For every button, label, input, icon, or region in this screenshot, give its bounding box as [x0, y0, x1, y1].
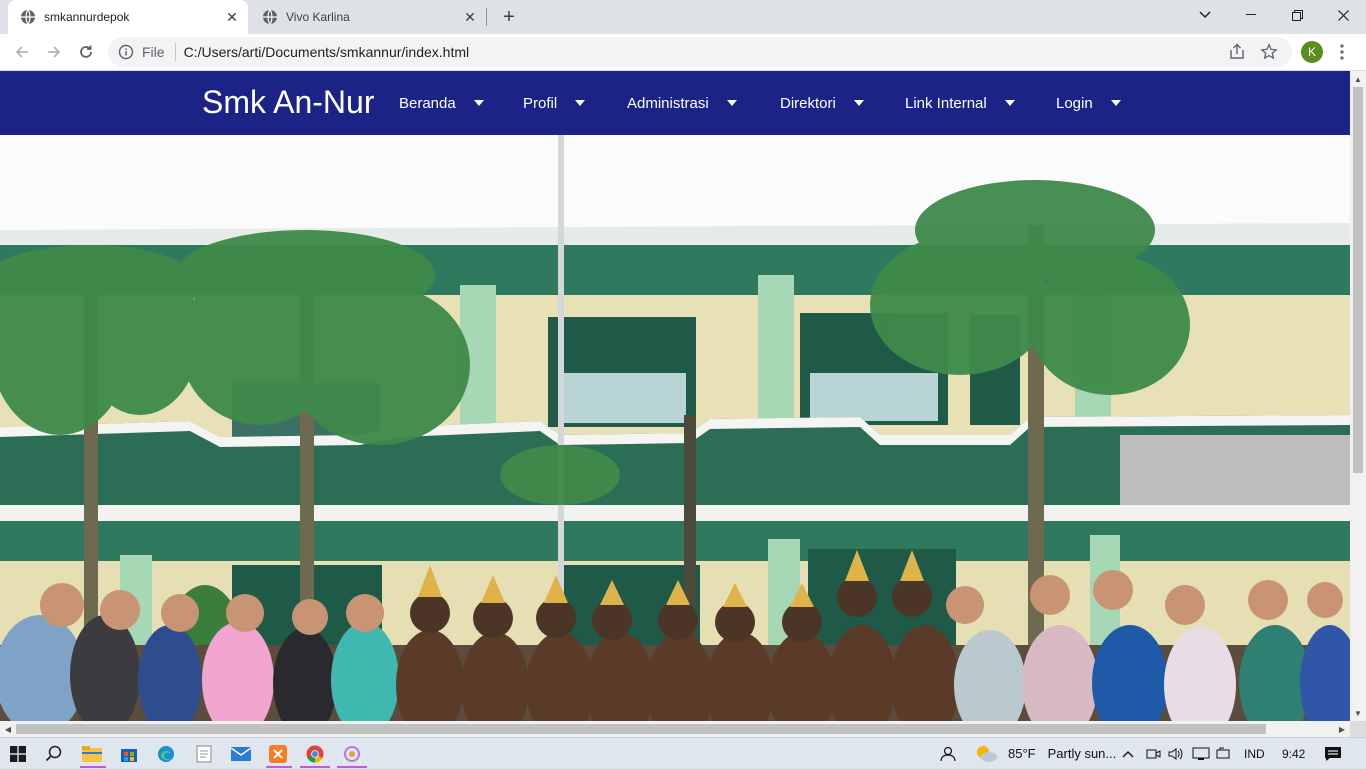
profile-avatar[interactable]: K: [1301, 41, 1323, 63]
partly-sunny-icon: [977, 745, 997, 762]
tab-divider: [486, 8, 487, 26]
xampp-icon[interactable]: [266, 742, 290, 766]
forward-button[interactable]: [40, 38, 68, 66]
url-text[interactable]: C:/Users/arti/Documents/smkannur/index.h…: [184, 44, 1228, 60]
tab-strip: smkannurdepok ✕ Vivo Karlina ✕ +: [0, 0, 1366, 34]
caret-down-icon: [1004, 100, 1015, 106]
app-icon[interactable]: [340, 742, 364, 766]
windows-taskbar: 85°F Partly sun... IND 9:42: [0, 737, 1366, 768]
scroll-up-arrow-icon[interactable]: ▲: [1350, 71, 1366, 87]
globe-icon: [21, 9, 35, 25]
restore-button[interactable]: [1274, 0, 1320, 30]
search-icon[interactable]: [42, 742, 66, 766]
network-icon[interactable]: [1192, 738, 1210, 769]
menu-profil[interactable]: Profil: [523, 93, 586, 113]
page-viewport: Smk An-Nur Beranda Profil Administrasi D…: [0, 71, 1366, 737]
menu-beranda[interactable]: Beranda: [399, 93, 484, 113]
mail-icon[interactable]: [229, 742, 253, 766]
scroll-left-arrow-icon[interactable]: ◀: [0, 721, 16, 737]
weather-temp: 85°F: [1008, 746, 1036, 761]
scrollbar-corner: [1350, 721, 1366, 737]
menu-link-internal[interactable]: Link Internal: [905, 93, 1015, 113]
bookmark-star-icon[interactable]: [1260, 43, 1278, 61]
menu-label: Administrasi: [627, 94, 709, 112]
menu-label: Login: [1056, 94, 1093, 112]
close-tab-icon[interactable]: ✕: [222, 7, 242, 27]
chrome-icon[interactable]: [303, 742, 327, 766]
caret-down-icon: [1110, 100, 1121, 106]
horizontal-scroll-thumb[interactable]: [16, 724, 1266, 734]
address-divider: [174, 43, 176, 61]
input-language[interactable]: IND: [1244, 738, 1265, 769]
info-icon[interactable]: [118, 44, 134, 60]
caret-down-icon: [853, 100, 864, 106]
school-photo: [0, 135, 1350, 721]
minimize-button[interactable]: [1228, 0, 1274, 30]
edge-browser-icon[interactable]: [154, 742, 178, 766]
caret-down-icon: [575, 100, 586, 106]
new-tab-button[interactable]: +: [498, 6, 520, 28]
tab-search-icon[interactable]: [1182, 0, 1228, 30]
chevron-up-icon[interactable]: [1122, 738, 1134, 769]
horizontal-scrollbar[interactable]: ◀ ▶: [0, 721, 1350, 737]
weather-widget[interactable]: 85°F Partly sun...: [974, 738, 1116, 769]
tab-vivo-karlina[interactable]: Vivo Karlina ✕: [250, 0, 486, 34]
weather-condition: Partly sun...: [1047, 746, 1117, 761]
people-icon[interactable]: [940, 738, 958, 769]
hero-image: [0, 135, 1350, 721]
notification-center-icon[interactable]: [1324, 738, 1342, 769]
clock-time[interactable]: 9:42: [1282, 738, 1305, 769]
notepad-icon[interactable]: [192, 742, 216, 766]
menu-dots-icon[interactable]: [1336, 42, 1348, 62]
keyboard-icon[interactable]: [1216, 738, 1232, 769]
menu-label: Beranda: [399, 94, 456, 112]
menu-label: Link Internal: [905, 94, 987, 112]
menu-login[interactable]: Login: [1056, 93, 1121, 113]
scroll-right-arrow-icon[interactable]: ▶: [1334, 721, 1350, 737]
browser-toolbar: File C:/Users/arti/Documents/smkannur/in…: [0, 34, 1366, 71]
vertical-scroll-thumb[interactable]: [1353, 87, 1363, 473]
caret-down-icon: [473, 100, 484, 106]
scroll-down-arrow-icon[interactable]: ▼: [1350, 705, 1366, 721]
menu-label: Direktori: [780, 94, 836, 112]
file-explorer-icon[interactable]: [80, 742, 104, 766]
menu-administrasi[interactable]: Administrasi: [627, 93, 737, 113]
close-window-button[interactable]: [1320, 0, 1366, 30]
tab-title: Vivo Karlina: [286, 10, 350, 24]
reload-button[interactable]: [72, 38, 100, 66]
meet-now-icon[interactable]: [1146, 738, 1162, 769]
share-icon[interactable]: [1228, 43, 1246, 61]
tab-title: smkannurdepok: [44, 10, 130, 24]
close-tab-icon[interactable]: ✕: [460, 7, 480, 27]
tab-smkannurdepok[interactable]: smkannurdepok ✕: [8, 0, 248, 34]
caret-down-icon: [726, 100, 737, 106]
windows-start-icon[interactable]: [6, 742, 30, 766]
back-button[interactable]: [8, 38, 36, 66]
site-navbar: Smk An-Nur Beranda Profil Administrasi D…: [0, 71, 1350, 135]
address-bar[interactable]: File C:/Users/arti/Documents/smkannur/in…: [108, 37, 1292, 67]
globe-icon: [263, 9, 277, 25]
vertical-scrollbar[interactable]: ▲ ▼: [1350, 71, 1366, 721]
menu-direktori[interactable]: Direktori: [780, 93, 864, 113]
url-scheme-label: File: [142, 44, 165, 60]
speaker-icon[interactable]: [1168, 738, 1184, 769]
menu-label: Profil: [523, 94, 558, 112]
site-brand[interactable]: Smk An-Nur: [202, 84, 374, 121]
store-icon[interactable]: [117, 742, 141, 766]
